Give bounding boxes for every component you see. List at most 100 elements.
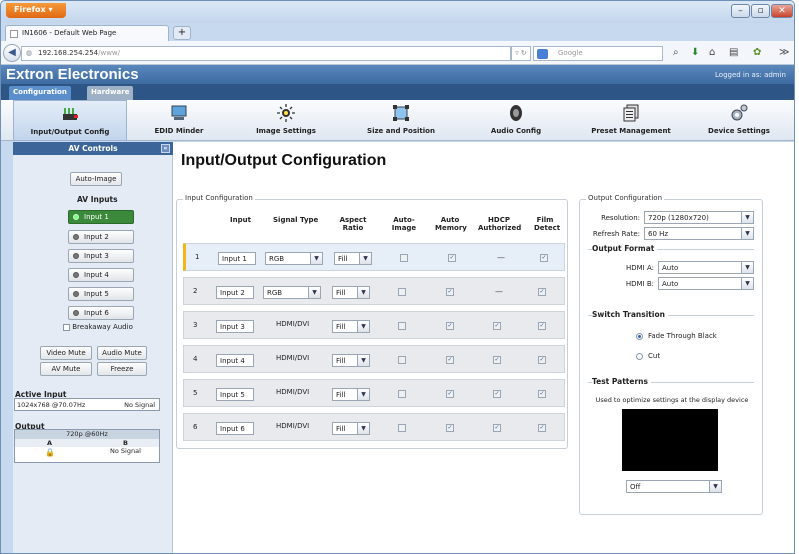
download-icon[interactable]: ⬇ xyxy=(691,47,699,58)
refresh-rate-select[interactable]: 60 Hz ▼ xyxy=(644,227,754,240)
input-name-field[interactable]: Input 1 xyxy=(218,252,256,265)
tool-label: EDID Minder xyxy=(154,127,204,135)
addon-icon[interactable]: ✿ xyxy=(753,47,761,58)
input-name-field[interactable]: Input 2 xyxy=(216,286,254,299)
auto-memory-checkbox[interactable]: ✓ xyxy=(446,288,454,296)
signal-type-select[interactable]: RGB ▼ xyxy=(265,252,323,265)
tool-audio-config[interactable]: Audio Config xyxy=(461,100,571,141)
hdcp-authorized-checkbox[interactable]: ✓ xyxy=(493,356,501,364)
tool-edid-minder[interactable]: EDID Minder xyxy=(129,100,229,141)
bookmarks-icon[interactable]: ▤ xyxy=(729,47,738,58)
fade-radio[interactable] xyxy=(636,332,643,340)
input-1-button[interactable]: Input 1 xyxy=(68,210,134,224)
aspect-ratio-value: Fill xyxy=(336,425,346,433)
search-input[interactable]: Google xyxy=(533,46,663,61)
input-4-button[interactable]: Input 4 xyxy=(68,268,134,282)
input-name-field[interactable]: Input 4 xyxy=(216,354,254,367)
chevron-down-icon: ▼ xyxy=(741,212,753,223)
search-icon[interactable]: ⌕ xyxy=(673,47,679,58)
new-tab-button[interactable]: + xyxy=(173,26,191,40)
hdmi-b-select[interactable]: Auto ▼ xyxy=(658,277,754,290)
reload-icon[interactable]: ▿ ↻ xyxy=(511,46,531,61)
auto-image-checkbox[interactable] xyxy=(398,356,406,364)
firefox-menu-button[interactable]: Firefox ▾ xyxy=(6,3,66,18)
resolution-select[interactable]: 720p (1280x720) ▼ xyxy=(644,211,754,224)
breakaway-audio-option[interactable]: Breakaway Audio xyxy=(63,323,133,331)
freeze-button[interactable]: Freeze xyxy=(97,362,147,376)
hdcp-authorized-checkbox[interactable]: ✓ xyxy=(493,390,501,398)
minimize-button[interactable]: – xyxy=(731,4,750,18)
tool-size-and-position[interactable]: Size and Position xyxy=(346,100,456,141)
film-detect-checkbox[interactable]: ✓ xyxy=(540,254,548,262)
chevron-down-icon: ▼ xyxy=(359,253,371,264)
video-mute-button[interactable]: Video Mute xyxy=(40,346,92,360)
speaker-icon xyxy=(510,105,522,121)
film-detect-checkbox[interactable]: ✓ xyxy=(538,322,546,330)
auto-memory-checkbox[interactable]: ✓ xyxy=(446,322,454,330)
browser-tab[interactable]: IN1606 - Default Web Page xyxy=(5,25,169,41)
auto-image-checkbox[interactable] xyxy=(398,288,406,296)
aspect-ratio-select[interactable]: Fill ▼ xyxy=(332,422,370,435)
collapse-icon[interactable]: « xyxy=(161,144,170,153)
close-button[interactable]: ✕ xyxy=(771,4,793,18)
film-detect-checkbox[interactable]: ✓ xyxy=(538,390,546,398)
aspect-ratio-select[interactable]: Fill ▼ xyxy=(332,388,370,401)
auto-memory-checkbox[interactable]: ✓ xyxy=(446,356,454,364)
input-name-field[interactable]: Input 6 xyxy=(216,422,254,435)
back-arrow-icon[interactable]: ◀ xyxy=(3,44,21,62)
auto-image-button[interactable]: Auto-Image xyxy=(70,172,122,186)
auto-image-checkbox[interactable] xyxy=(398,390,406,398)
input-6-button[interactable]: Input 6 xyxy=(68,306,134,320)
input-name-field[interactable]: Input 3 xyxy=(216,320,254,333)
aspect-ratio-select[interactable]: Fill ▼ xyxy=(332,354,370,367)
tool-image-settings[interactable]: Image Settings xyxy=(231,100,341,141)
active-input-resolution: 1024x768 @70.07Hz xyxy=(17,401,86,409)
col-aspect-ratio: Aspect Ratio xyxy=(339,216,367,232)
aspect-ratio-select[interactable]: Fill ▼ xyxy=(332,320,370,333)
aspect-ratio-select[interactable]: Fill ▼ xyxy=(334,252,372,265)
tool-preset-management[interactable]: Preset Management xyxy=(576,100,686,141)
auto-image-checkbox[interactable] xyxy=(398,322,406,330)
input-3-button[interactable]: Input 3 xyxy=(68,249,134,263)
input-name-field[interactable]: Input 5 xyxy=(216,388,254,401)
tool-input-output-config[interactable]: Input/Output Config xyxy=(13,100,127,141)
menu-icon[interactable]: ≫ xyxy=(779,47,789,58)
input-5-button[interactable]: Input 5 xyxy=(68,287,134,301)
main-content: Input/Output Configuration Input Configu… xyxy=(173,142,794,553)
auto-memory-checkbox[interactable]: ✓ xyxy=(446,390,454,398)
aspect-ratio-select[interactable]: Fill ▼ xyxy=(332,286,370,299)
audio-mute-button[interactable]: Audio Mute xyxy=(97,346,147,360)
col-hdcp-authorized: HDCP Authorized xyxy=(478,216,522,232)
hdcp-authorized-checkbox[interactable]: ✓ xyxy=(493,322,501,330)
cut-option[interactable]: Cut xyxy=(636,352,660,360)
hdmi-a-select[interactable]: Auto ▼ xyxy=(658,261,754,274)
fade-through-black-option[interactable]: Fade Through Black xyxy=(636,332,717,340)
hdmi-b-label: HDMI B: xyxy=(625,280,654,288)
film-detect-checkbox[interactable]: ✓ xyxy=(538,288,546,296)
test-pattern-select[interactable]: Off ▼ xyxy=(626,480,722,493)
film-detect-checkbox[interactable]: ✓ xyxy=(538,356,546,364)
av-mute-button[interactable]: AV Mute xyxy=(40,362,92,376)
tool-device-settings[interactable]: Device Settings xyxy=(689,100,789,141)
hdcp-authorized-checkbox[interactable]: ✓ xyxy=(493,424,501,432)
auto-memory-checkbox[interactable]: ✓ xyxy=(448,254,456,262)
input-2-button[interactable]: Input 2 xyxy=(68,230,134,244)
test-pattern-preview xyxy=(622,409,718,471)
tab-configuration[interactable]: Configuration xyxy=(9,86,71,100)
output-status-table: 720p @60Hz AB 🔒 No Signal xyxy=(14,429,160,463)
tool-label: Audio Config xyxy=(490,127,542,135)
auto-memory-checkbox[interactable]: ✓ xyxy=(446,424,454,432)
auto-image-checkbox[interactable] xyxy=(400,254,408,262)
col-auto-memory: Auto Memory xyxy=(435,216,467,232)
film-detect-checkbox[interactable]: ✓ xyxy=(538,424,546,432)
input-label: Input 6 xyxy=(84,309,109,317)
breakaway-audio-checkbox[interactable] xyxy=(63,323,70,331)
home-icon[interactable]: ⌂ xyxy=(709,47,715,58)
url-bar[interactable]: ◍ 192.168.254.254/www/ xyxy=(21,46,511,61)
maximize-button[interactable]: ▫ xyxy=(751,4,770,18)
cut-radio[interactable] xyxy=(636,352,643,360)
output-configuration-group: Output Configuration Resolution: 720p (1… xyxy=(579,194,763,515)
tab-hardware[interactable]: Hardware xyxy=(87,86,134,100)
signal-type-select[interactable]: RGB ▼ xyxy=(263,286,321,299)
auto-image-checkbox[interactable] xyxy=(398,424,406,432)
